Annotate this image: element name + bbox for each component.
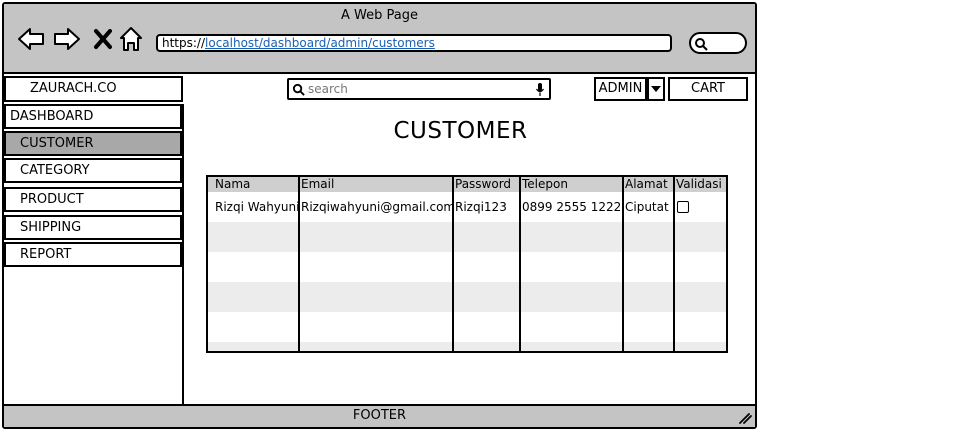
cell-alamat: Ciputat (625, 200, 669, 214)
browser-search-button[interactable] (689, 32, 747, 54)
column-header-alamat[interactable]: Alamat (625, 177, 668, 192)
forward-arrow-icon (54, 28, 80, 50)
column-divider (622, 177, 624, 351)
sidebar-item-dashboard[interactable]: DASHBOARD (4, 104, 182, 129)
microphone-icon[interactable] (535, 82, 545, 97)
address-bar[interactable]: https://localhost/dashboard/admin/custom… (156, 34, 672, 52)
sidebar: DASHBOARD CUSTOMER CATEGORY PRODUCT SHIP… (4, 104, 184, 406)
search-field[interactable] (287, 78, 551, 100)
brand-logo[interactable]: ZAURACH.CO (4, 76, 183, 102)
back-button[interactable] (16, 24, 46, 54)
cell-telepon: 0899 2555 1222 (522, 200, 622, 214)
browser-window: A Web Page https://localhost/dashboard/a… (2, 2, 757, 429)
column-header-password[interactable]: Password (455, 177, 511, 192)
customer-table: Nama Email Password Telepon Alamat Valid… (206, 175, 728, 353)
sidebar-item-report[interactable]: REPORT (4, 242, 182, 267)
table-row[interactable] (208, 222, 726, 252)
sidebar-item-category[interactable]: CATEGORY (4, 158, 182, 183)
resize-grip-icon[interactable] (738, 412, 752, 424)
column-header-email[interactable]: Email (301, 177, 334, 192)
window-title: A Web Page (341, 8, 418, 23)
home-button[interactable] (116, 24, 146, 54)
forward-button[interactable] (52, 24, 82, 54)
table-row[interactable] (208, 342, 726, 351)
sidebar-item-customer[interactable]: CUSTOMER (4, 131, 182, 156)
cell-email: Rizqiwahyuni@gmail.com (301, 200, 456, 214)
sidebar-item-product[interactable]: PRODUCT (4, 187, 182, 212)
back-arrow-icon (18, 28, 44, 50)
admin-button[interactable]: ADMIN (594, 77, 647, 101)
admin-dropdown-toggle[interactable] (647, 77, 665, 101)
page-footer: FOOTER (4, 404, 755, 427)
search-icon (292, 83, 305, 96)
column-divider (519, 177, 521, 351)
table-row[interactable] (208, 282, 726, 312)
page-title: CUSTOMER (393, 118, 528, 144)
url-prefix: https:// (162, 36, 206, 50)
search-icon (695, 38, 708, 51)
column-divider (673, 177, 675, 351)
column-header-telepon[interactable]: Telepon (522, 177, 568, 192)
close-icon (94, 29, 112, 49)
cell-nama: Rizqi Wahyuni (215, 200, 300, 214)
chevron-down-icon (651, 86, 661, 92)
browser-titlebar: A Web Page https://localhost/dashboard/a… (4, 4, 755, 74)
home-icon (120, 27, 142, 51)
footer-label: FOOTER (352, 408, 407, 423)
column-header-nama[interactable]: Nama (215, 177, 250, 192)
search-input[interactable] (308, 81, 528, 97)
sidebar-item-shipping[interactable]: SHIPPING (4, 215, 182, 240)
validasi-checkbox[interactable] (677, 201, 689, 213)
app-header: ZAURACH.CO ADMIN CART (4, 74, 755, 104)
url-path[interactable]: localhost/dashboard/admin/customers (205, 36, 435, 50)
cell-password: Rizqi123 (455, 200, 507, 214)
stop-button[interactable] (88, 24, 118, 54)
column-header-validasi[interactable]: Validasi (676, 177, 722, 192)
cart-button[interactable]: CART (668, 77, 748, 101)
